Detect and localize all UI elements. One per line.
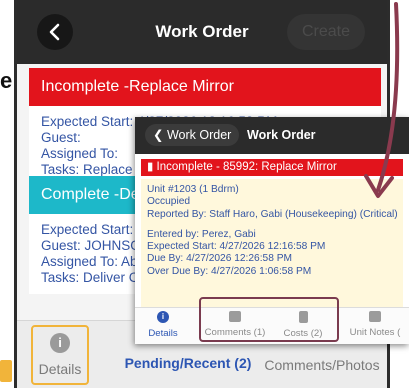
occupancy: Occupied: [147, 196, 191, 208]
detail-top-bar: ❮ Work Order Work Order: [135, 117, 409, 154]
expected-start: Expected Start: 4/27/2026 12:16:58 PM: [147, 241, 326, 253]
tab-label: Details: [148, 328, 178, 339]
edge-text-fragment: e: [0, 68, 13, 93]
info-icon: i: [50, 333, 70, 353]
detail-tab-unit-notes[interactable]: Unit Notes (: [341, 308, 409, 344]
chevron-left-icon: ❮: [153, 128, 167, 142]
info-icon: i: [157, 311, 169, 323]
yellow-marker: [0, 360, 12, 382]
zoomed-work-order-detail: ❮ Work Order Work Order ▮ Incomplete - 8…: [135, 117, 409, 344]
due-by: Due By: 4/27/2026 12:26:58 PM: [147, 253, 292, 265]
tab-label: Unit Notes (: [349, 327, 401, 338]
back-to-work-order-button[interactable]: ❮ Work Order: [145, 124, 240, 146]
top-navigation-bar: Work Order Create: [17, 0, 387, 64]
tab-label: Pending/Recent (2): [124, 355, 252, 371]
work-order-info-panel: Unit #1203 (1 Bdrm) Occupied Reported By…: [141, 179, 403, 312]
create-button[interactable]: Create: [287, 14, 365, 50]
card-status-title: Incomplete -Replace Mirror: [29, 68, 381, 106]
over-due-by: Over Due By: 4/27/2026 1:06:58 PM: [147, 265, 312, 277]
book-icon: [369, 311, 381, 322]
tab-label: Details: [38, 361, 82, 377]
tab-details[interactable]: i Details: [31, 325, 89, 385]
detail-tab-details[interactable]: i Details: [143, 308, 183, 344]
tab-label: Comments/Photos: [264, 357, 380, 373]
work-order-status-bar: ▮ Incomplete - 85992: Replace Mirror: [141, 159, 403, 176]
back-label: Work Order: [166, 128, 232, 142]
reported-by: Reported By: Staff Haro, Gabi (Housekeep…: [147, 208, 397, 220]
status-text: Incomplete - 85992: Replace Mirror: [156, 161, 337, 173]
detail-title: Work Order: [247, 128, 316, 142]
document-icon: ▮: [147, 161, 157, 173]
unit: Unit #1203 (1 Bdrm): [147, 184, 239, 195]
comments-costs-highlight: [199, 297, 339, 342]
entered-by: Entered by: Perez, Gabi: [147, 228, 256, 240]
